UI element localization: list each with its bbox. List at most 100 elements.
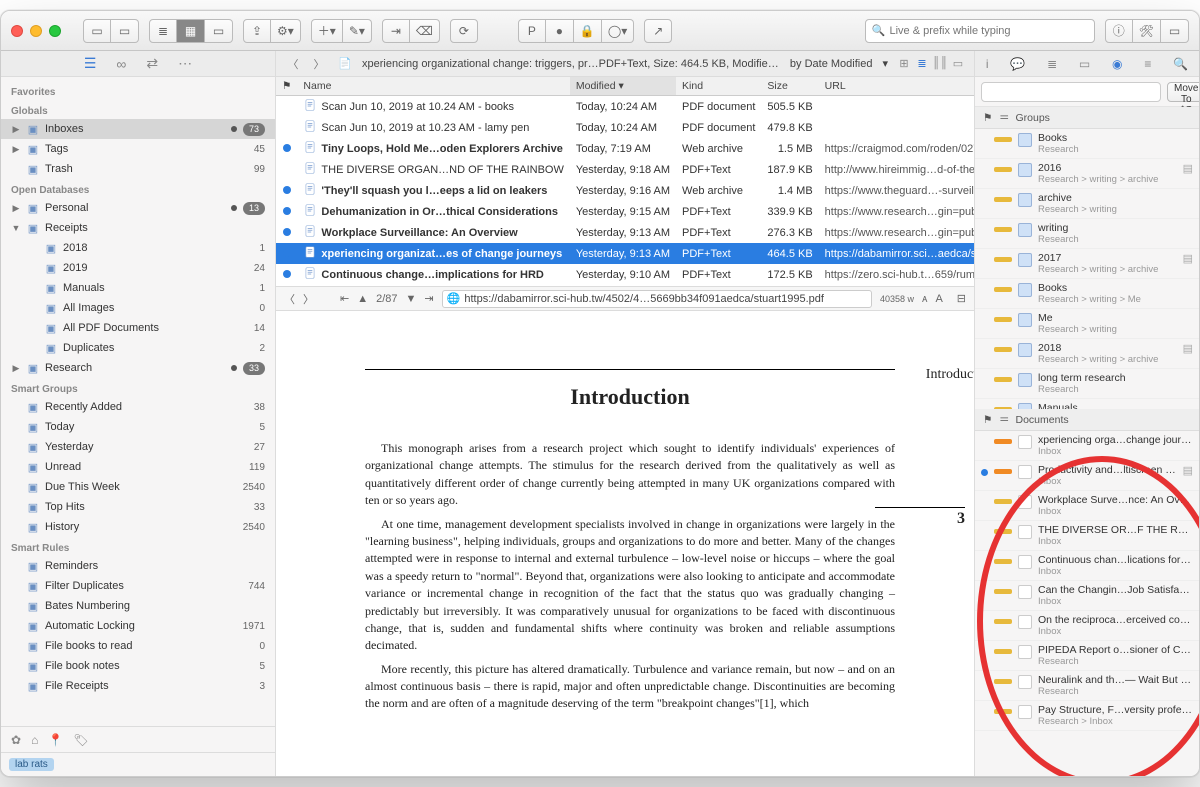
related-tab-icon[interactable]: ◉: [1112, 57, 1122, 71]
score-icon[interactable]: ＝: [999, 110, 1010, 125]
related-group[interactable]: BooksResearch > writing > Me: [975, 279, 1199, 309]
sidebar-item[interactable]: ▣Recently Added38: [1, 397, 275, 417]
list-small-icon[interactable]: ≣: [914, 57, 930, 70]
annot-tab-icon[interactable]: 💬: [1010, 57, 1025, 71]
grid-icon[interactable]: ⊞: [896, 57, 912, 70]
text-small-icon[interactable]: ᴀ: [922, 293, 927, 305]
more-icon[interactable]: ▤: [1183, 162, 1193, 175]
reveal-icon[interactable]: ↗: [644, 19, 672, 43]
sidebar-item[interactable]: ▣20181: [1, 238, 275, 258]
disclosure-icon[interactable]: ▶: [11, 203, 21, 214]
new-icon[interactable]: ＋▾: [311, 19, 343, 43]
related-document[interactable]: Workplace Surve…nce: An OverviewInbox: [975, 491, 1199, 521]
sidebar-item[interactable]: ▶▣Inboxes73: [1, 119, 275, 139]
related-document[interactable]: Continuous chan…lications for HRDInbox: [975, 551, 1199, 581]
back-icon[interactable]: 〈: [284, 55, 302, 73]
sidebar-item[interactable]: ▣All Images0: [1, 298, 275, 318]
related-group[interactable]: 2017Research > writing > archive▤: [975, 249, 1199, 279]
sidebar-item[interactable]: ▣Unread119: [1, 457, 275, 477]
sidebar-item[interactable]: ▣File book notes5: [1, 656, 275, 676]
more-icon[interactable]: ▤: [1183, 252, 1193, 265]
sidebar-item[interactable]: ▣All PDF Documents14: [1, 318, 275, 338]
info-icon[interactable]: ⓘ: [1105, 19, 1133, 43]
sidebar-item[interactable]: ▼▣Receipts: [1, 218, 275, 238]
label-small-icon[interactable]: 🏷: [73, 733, 88, 747]
related-document[interactable]: Productivity and…ltiscreen displaysInbox…: [975, 461, 1199, 491]
document-list[interactable]: ⚑ Name Modified ▾ Kind Size URL Scan Jun…: [276, 77, 974, 287]
list-item[interactable]: THE DIVERSE ORGAN…ND OF THE RAINBOWYeste…: [276, 159, 974, 180]
sidebar-item[interactable]: ▣Due This Week2540: [1, 477, 275, 497]
sidebar-item[interactable]: ▣Manuals1: [1, 278, 275, 298]
thumb-tab-icon[interactable]: ▭: [1079, 57, 1090, 71]
col-modified[interactable]: Modified ▾: [570, 77, 676, 96]
zoom-icon[interactable]: [49, 25, 61, 37]
related-document[interactable]: Pay Structure, F…versity professorsResea…: [975, 701, 1199, 731]
sidebar-item[interactable]: ▣File Receipts3: [1, 676, 275, 696]
minimize-icon[interactable]: [30, 25, 42, 37]
search-field[interactable]: 🔍: [865, 19, 1095, 43]
tag-chip[interactable]: lab rats: [9, 758, 54, 771]
list-item[interactable]: Scan Jun 10, 2019 at 10.24 AM - booksTod…: [276, 96, 974, 118]
flag-icon[interactable]: ⚑: [983, 414, 993, 426]
col-url[interactable]: URL: [819, 77, 974, 96]
label-icon[interactable]: ◯▾: [602, 19, 634, 43]
sidebar-item[interactable]: ▣Today5: [1, 417, 275, 437]
related-group[interactable]: writingResearch: [975, 219, 1199, 249]
sidebar-item[interactable]: ▣Reminders: [1, 556, 275, 576]
sidebar-item[interactable]: ▶▣Personal13: [1, 198, 275, 218]
share-icon[interactable]: ⇪: [243, 19, 271, 43]
flag-icon[interactable]: P: [518, 19, 546, 43]
view-doc-icon[interactable]: ▭: [205, 19, 233, 43]
sidebar-item[interactable]: ▣History2540: [1, 517, 275, 537]
list-item[interactable]: Scan Jun 10, 2019 at 10.23 AM - lamy pen…: [276, 117, 974, 138]
sidebar-item[interactable]: ▣Trash99: [1, 159, 275, 179]
lock-icon[interactable]: 🔒: [574, 19, 602, 43]
related-group[interactable]: 2016Research > writing > archive▤: [975, 159, 1199, 189]
sidebar-item[interactable]: ▣Bates Numbering: [1, 596, 275, 616]
close-icon[interactable]: [11, 25, 23, 37]
disclosure-icon[interactable]: ▼: [11, 223, 21, 233]
sidebar-item[interactable]: ▶▣Research33: [1, 358, 275, 378]
url-field[interactable]: 🌐 https://dabamirror.sci-hub.tw/4502/4…5…: [442, 290, 872, 308]
more-icon[interactable]: ▤: [1183, 464, 1193, 477]
related-group[interactable]: MeResearch > writing: [975, 309, 1199, 339]
doc-forward-icon[interactable]: 〉: [303, 291, 314, 307]
sort-selector[interactable]: by Date Modified ▾: [790, 57, 888, 70]
tag-small-icon[interactable]: ⌂: [31, 733, 38, 747]
document-viewer[interactable]: rsity At 02:18 30 September 2015 (PT) In…: [276, 311, 974, 776]
col-flag[interactable]: ⚑: [276, 77, 297, 96]
gear-icon[interactable]: ✿: [11, 733, 21, 747]
sidebar-toggle-icon[interactable]: ▭: [83, 19, 111, 43]
sidebar-item[interactable]: ▣Automatic Locking1971: [1, 616, 275, 636]
col-kind[interactable]: Kind: [676, 77, 761, 96]
info-tab-icon[interactable]: i: [986, 57, 989, 71]
related-group[interactable]: 2018Research > writing > archive▤: [975, 339, 1199, 369]
sidebar-item[interactable]: ▣File books to read0: [1, 636, 275, 656]
sidebar-item[interactable]: ▣Filter Duplicates744: [1, 576, 275, 596]
zoom-out-icon[interactable]: ⊟: [957, 292, 966, 305]
inspector-docs-list[interactable]: xperiencing orga…change journeysInboxPro…: [975, 431, 1199, 776]
sidebar-item[interactable]: ▣Top Hits33: [1, 497, 275, 517]
related-group[interactable]: archiveResearch > writing: [975, 189, 1199, 219]
sidebar-item[interactable]: ▣Yesterday27: [1, 437, 275, 457]
related-group[interactable]: BooksResearch: [975, 129, 1199, 159]
page-up-icon[interactable]: ▲: [357, 293, 368, 305]
forward-icon[interactable]: 〉: [310, 55, 328, 73]
links-tab-icon[interactable]: ≡: [1144, 57, 1151, 71]
list-item[interactable]: 'They'll squash you l…eeps a lid on leak…: [276, 180, 974, 201]
sync-icon[interactable]: ⟳: [450, 19, 478, 43]
disclosure-icon[interactable]: ▶: [11, 124, 21, 135]
col-size[interactable]: Size: [761, 77, 818, 96]
list-item[interactable]: Continuous change…implications for HRDYe…: [276, 264, 974, 285]
search-input[interactable]: [889, 25, 1087, 37]
related-document[interactable]: Neuralink and th…— Wait But WhyResearch: [975, 671, 1199, 701]
move-to-button[interactable]: Move To ^C: [1167, 82, 1200, 102]
related-document[interactable]: PIPEDA Report o…sioner of CanadaResearch: [975, 641, 1199, 671]
text-large-icon[interactable]: A: [935, 293, 942, 305]
sidebar-item[interactable]: ▣Duplicates2: [1, 338, 275, 358]
sidebar-toggle-right-icon[interactable]: ▭: [111, 19, 139, 43]
more-icon[interactable]: ⋯: [178, 55, 192, 72]
related-document[interactable]: THE DIVERSE OR…F THE RAINBOWInbox: [975, 521, 1199, 551]
list-item[interactable]: Dehumanization in Or…thical Consideratio…: [276, 201, 974, 222]
pin-icon[interactable]: 📍: [48, 733, 63, 747]
